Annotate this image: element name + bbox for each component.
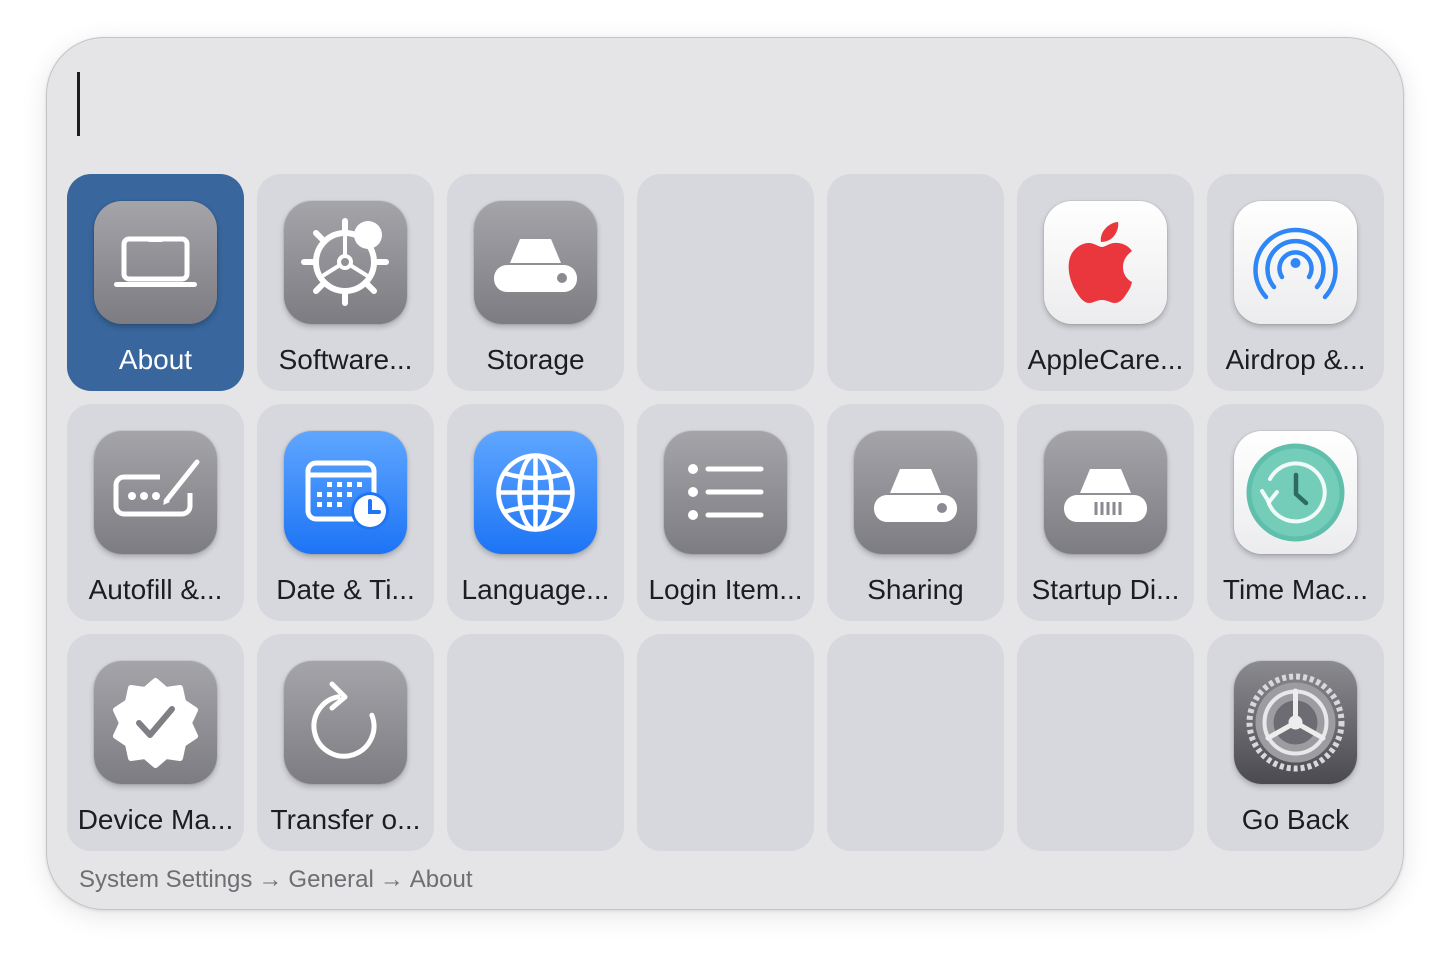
tile-storage[interactable]: Storage: [447, 174, 624, 391]
tile-empty: [827, 634, 1004, 851]
tile-sharing[interactable]: Sharing: [827, 404, 1004, 621]
tile-software-update[interactable]: Software...: [257, 174, 434, 391]
tile-about[interactable]: About: [67, 174, 244, 391]
breadcrumb-item: General: [288, 866, 374, 893]
tile-label: Transfer o...: [270, 804, 421, 835]
tile-label: Go Back: [1241, 804, 1350, 835]
settings-grid: About Software... Storage AppleCare... A…: [67, 174, 1384, 851]
breadcrumb-separator: →: [379, 866, 404, 893]
list-icon: [664, 431, 787, 554]
tile-empty: [447, 634, 624, 851]
search-field[interactable]: [77, 70, 1357, 138]
tile-label: Language...: [461, 574, 610, 605]
breadcrumb-separator: →: [258, 866, 283, 893]
drive-icon: [474, 201, 597, 324]
breadcrumb-item: About: [409, 866, 473, 893]
time-machine-icon: [1234, 431, 1357, 554]
tile-autofill[interactable]: Autofill &...: [67, 404, 244, 621]
tile-language[interactable]: Language...: [447, 404, 624, 621]
tile-label: AppleCare...: [1027, 344, 1184, 375]
launcher-panel: About Software... Storage AppleCare... A…: [46, 37, 1404, 910]
apple-logo-icon: [1044, 201, 1167, 324]
tile-date-time[interactable]: Date & Ti...: [257, 404, 434, 621]
tile-label: Airdrop &...: [1225, 344, 1366, 375]
tile-transfer-or-reset[interactable]: Transfer o...: [257, 634, 434, 851]
tile-label: About: [118, 344, 193, 375]
reset-arrow-icon: [284, 661, 407, 784]
tile-empty: [827, 174, 1004, 391]
airdrop-icon: [1234, 201, 1357, 324]
tile-empty: [637, 634, 814, 851]
tile-label: Software...: [278, 344, 413, 375]
drive-icon: [854, 431, 977, 554]
tile-label: Login Item...: [648, 574, 803, 605]
startup-disk-icon: [1044, 431, 1167, 554]
tile-label: Time Mac...: [1222, 574, 1369, 605]
checkmark-seal-icon: [94, 661, 217, 784]
tile-label: Autofill &...: [88, 574, 223, 605]
tile-empty: [1017, 634, 1194, 851]
tile-go-back[interactable]: Go Back: [1207, 634, 1384, 851]
breadcrumb: System Settings → General → About: [79, 866, 473, 894]
tile-login-items[interactable]: Login Item...: [637, 404, 814, 621]
breadcrumb-item: System Settings: [79, 866, 253, 893]
tile-airdrop[interactable]: Airdrop &...: [1207, 174, 1384, 391]
tile-label: Date & Ti...: [276, 574, 415, 605]
tile-label: Startup Di...: [1031, 574, 1180, 605]
tile-label: Sharing: [867, 574, 964, 605]
tile-applecare[interactable]: AppleCare...: [1017, 174, 1194, 391]
tile-device-management[interactable]: Device Ma...: [67, 634, 244, 851]
system-settings-gear-icon: [1234, 661, 1357, 784]
tile-time-machine[interactable]: Time Mac...: [1207, 404, 1384, 621]
globe-icon: [474, 431, 597, 554]
password-field-icon: [94, 431, 217, 554]
tile-empty: [637, 174, 814, 391]
text-cursor: [77, 72, 80, 136]
tile-label: Storage: [486, 344, 585, 375]
laptop-icon: [94, 201, 217, 324]
tile-startup-disk[interactable]: Startup Di...: [1017, 404, 1194, 621]
tile-label: Device Ma...: [77, 804, 234, 835]
calendar-clock-icon: [284, 431, 407, 554]
software-update-gear-icon: [284, 201, 407, 324]
